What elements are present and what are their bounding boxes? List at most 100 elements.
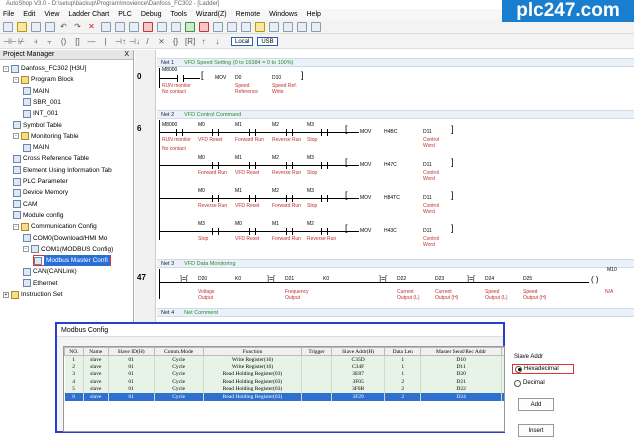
tree-item[interactable]: - Monitoring Table (13, 131, 79, 142)
column-header[interactable]: Slave Addr(H) (330, 347, 386, 356)
run-icon[interactable] (185, 21, 195, 32)
menu-item[interactable]: Help (307, 11, 321, 18)
tree-item[interactable]: + Instruction Set (3, 289, 63, 300)
parallel-nc-icon[interactable]: ⫟ (45, 37, 54, 46)
tree-item[interactable]: Modbus Master Confi (33, 255, 111, 267)
tree-item[interactable]: Symbol Table (13, 120, 62, 131)
column-header[interactable]: Master Send/Rec Addr (420, 347, 503, 356)
vline-icon[interactable]: | (101, 37, 110, 46)
monitor-table-icon[interactable] (227, 21, 237, 32)
coil-icon[interactable]: ( ) (591, 276, 599, 284)
column-header[interactable]: Comm.Mode (153, 347, 204, 356)
menu-item[interactable]: PLC (118, 11, 132, 18)
table-row[interactable]: 5 slave 01 Cycle Read Holding Register(03) 3F… (64, 385, 504, 393)
no-contact-icon[interactable]: ⊣⊢ (3, 37, 17, 46)
tree-item[interactable]: CAM (13, 199, 37, 210)
contact-symbol[interactable] (286, 228, 293, 235)
pulse-up-icon[interactable]: ↑ (199, 37, 208, 46)
column-header[interactable]: Name (82, 347, 109, 356)
redo-icon[interactable]: ↷ (73, 22, 82, 31)
menu-item[interactable]: Tools (171, 11, 187, 18)
network-header[interactable]: Net 4 Net Comment (157, 308, 634, 317)
undo-icon[interactable]: ↶ (59, 22, 68, 31)
help-icon[interactable] (311, 21, 321, 32)
table-row[interactable]: 3 slave 01 Cycle Read Holding Register(03) 3E… (64, 370, 504, 378)
reset-icon[interactable]: [R] (185, 37, 195, 46)
contact-symbol[interactable] (212, 228, 219, 235)
expand-toggle-icon[interactable]: - (13, 76, 19, 83)
contact-symbol[interactable] (321, 228, 328, 235)
parallel-no-icon[interactable]: ⫞ (31, 37, 40, 46)
tree-item[interactable]: Cross Reference Table (13, 153, 89, 164)
coil-set-icon[interactable]: {} (171, 37, 180, 46)
contact-symbol[interactable] (212, 162, 219, 169)
rising-edge-icon[interactable]: ⊣↑ (115, 37, 126, 46)
settings-icon[interactable] (255, 21, 265, 32)
invert-icon[interactable]: / (143, 37, 152, 46)
tree-item[interactable]: CAN(CANLink) (23, 266, 77, 277)
save-icon[interactable] (31, 21, 41, 32)
menu-item[interactable]: File (3, 11, 14, 18)
tree-item[interactable]: MAIN (23, 142, 49, 153)
function-icon[interactable]: [] (73, 37, 82, 46)
compile-icon[interactable] (143, 21, 153, 32)
hexadecimal-radio[interactable]: Hexadecimal (512, 364, 574, 374)
expand-toggle-icon[interactable]: - (13, 223, 19, 230)
download-icon[interactable] (157, 21, 167, 32)
menu-item[interactable]: Remote (236, 11, 261, 18)
new-file-icon[interactable] (3, 21, 13, 32)
tree-item[interactable]: Ethernet (23, 278, 58, 289)
paste-icon[interactable] (115, 21, 125, 32)
contact-symbol[interactable] (286, 129, 293, 136)
menu-item[interactable]: View (44, 11, 59, 18)
tree-item[interactable]: Element Using Information Tab (13, 165, 112, 176)
copy-icon[interactable] (101, 21, 111, 32)
network-header[interactable]: Net 3 VFD Data Monitoring (157, 259, 634, 268)
monitor-icon[interactable] (213, 21, 223, 32)
usb-button[interactable]: USB (257, 36, 278, 46)
cut-icon[interactable]: ✕ (87, 22, 96, 31)
menu-item[interactable]: Ladder Chart (68, 11, 109, 18)
hline-icon[interactable]: — (87, 37, 96, 46)
network-header[interactable]: Net 2 VFD Control Command (157, 110, 634, 119)
table-row[interactable]: 4 slave 01 Cycle Read Holding Register(03) 3F… (64, 378, 504, 386)
contact-symbol[interactable] (286, 162, 293, 169)
contact-symbol[interactable] (249, 228, 256, 235)
tree-item[interactable]: - Danfoss_FC302 [H3U] (3, 63, 86, 74)
contact-symbol[interactable] (249, 195, 256, 202)
insert-button[interactable]: Insert (518, 424, 554, 437)
contact-symbol[interactable] (321, 162, 328, 169)
table-row[interactable]: 2slave01CycleWrite Register(16) C34F1D113 (64, 363, 504, 371)
device-icon[interactable] (241, 21, 251, 32)
column-header[interactable]: Function (202, 347, 303, 356)
network-header[interactable]: Net 1 VFD Speed Setting (0 to 16384 = 0 t… (157, 58, 634, 67)
contact-symbol[interactable] (249, 162, 256, 169)
table-row[interactable]: 6 slave 01 Cycle Read Holding Register(03) 3F… (64, 393, 504, 401)
contact-symbol[interactable] (321, 129, 328, 136)
tree-item[interactable]: - Program Block (13, 74, 74, 85)
close-icon[interactable]: X (124, 50, 129, 60)
tree-item[interactable]: SBR_001 (23, 97, 61, 108)
column-header[interactable]: NO. (64, 347, 84, 356)
falling-edge-icon[interactable]: ⊣↓ (129, 37, 140, 46)
table-row[interactable]: 1slave01CycleWrite Register(16)C35D1D103 (64, 355, 504, 363)
pulse-down-icon[interactable]: ↓ (213, 37, 222, 46)
tree-item[interactable]: - COM1(MODBUS Config) (23, 244, 113, 255)
contact-symbol[interactable] (176, 129, 183, 136)
contact-symbol[interactable] (177, 75, 184, 82)
zoom-in-icon[interactable] (269, 21, 279, 32)
delete-line-icon[interactable]: ⨯ (157, 37, 166, 46)
print-icon[interactable] (45, 21, 55, 32)
contact-symbol[interactable] (321, 195, 328, 202)
expand-toggle-icon[interactable]: + (3, 291, 9, 298)
coil-icon[interactable]: () (59, 37, 68, 46)
zoom-out-icon[interactable] (283, 21, 293, 32)
local-button[interactable]: Local (231, 36, 254, 46)
nc-contact-icon[interactable]: ⊬ (17, 37, 26, 46)
expand-toggle-icon[interactable]: - (23, 246, 29, 253)
column-header[interactable]: Repe (501, 347, 504, 356)
stop-icon[interactable] (199, 21, 209, 32)
add-button[interactable]: Add (518, 398, 554, 411)
column-header[interactable]: Trigger (301, 347, 332, 356)
tree-item[interactable]: PLC Parameter (13, 176, 68, 187)
